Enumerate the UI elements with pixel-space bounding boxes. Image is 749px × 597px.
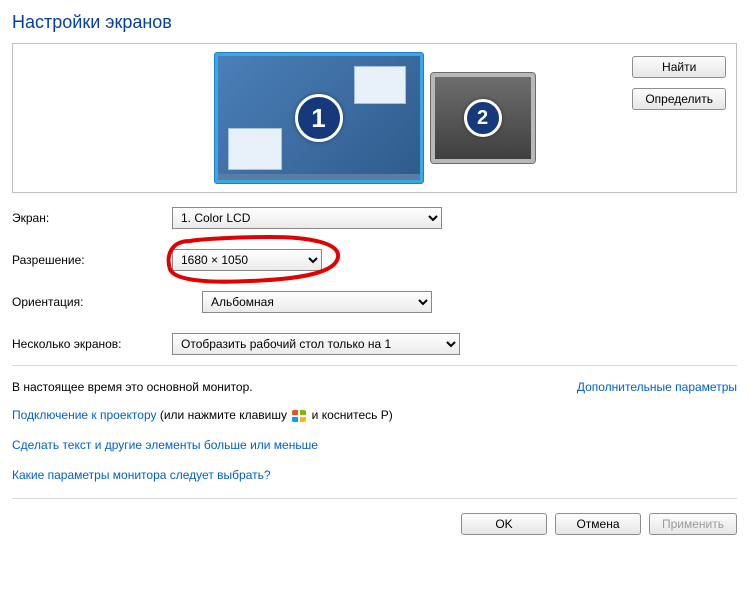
preview-window-icon	[354, 66, 406, 104]
projector-link[interactable]: Подключение к проектору	[12, 408, 157, 422]
monitor-number-badge: 1	[295, 94, 343, 142]
projector-hint-text: и коснитесь P)	[308, 408, 392, 422]
which-settings-link[interactable]: Какие параметры монитора следует выбрать…	[12, 468, 271, 482]
text-size-link[interactable]: Сделать текст и другие элементы больше и…	[12, 438, 318, 452]
separator	[12, 365, 737, 366]
find-button[interactable]: Найти	[632, 56, 726, 78]
screen-select[interactable]: 1. Color LCD	[172, 207, 442, 229]
separator	[12, 498, 737, 499]
cancel-button[interactable]: Отмена	[555, 513, 641, 535]
page-title: Настройки экранов	[12, 12, 737, 33]
monitor-number-badge: 2	[464, 99, 502, 137]
preview-taskbar	[218, 174, 420, 180]
apply-button: Применить	[649, 513, 737, 535]
multiple-displays-select[interactable]: Отобразить рабочий стол только на 1	[172, 333, 460, 355]
orientation-label: Ориентация:	[12, 295, 172, 309]
primary-monitor-status: В настоящее время это основной монитор.	[12, 380, 253, 394]
windows-key-icon	[292, 410, 306, 422]
ok-button[interactable]: OK	[461, 513, 547, 535]
projector-hint-text: (или нажмите клавишу	[157, 408, 291, 422]
monitor-2[interactable]: 2	[431, 73, 535, 163]
monitor-arrangement[interactable]: 1 2	[215, 53, 535, 183]
screen-label: Экран:	[12, 211, 172, 225]
orientation-select[interactable]: Альбомная	[202, 291, 432, 313]
resolution-select[interactable]: 1680 × 1050	[172, 249, 322, 271]
resolution-label: Разрешение:	[12, 253, 172, 267]
monitor-1[interactable]: 1	[215, 53, 423, 183]
display-preview-panel: 1 2 Найти Определить	[12, 43, 737, 193]
advanced-settings-link[interactable]: Дополнительные параметры	[577, 380, 737, 394]
multiple-displays-label: Несколько экранов:	[12, 337, 172, 351]
identify-button[interactable]: Определить	[632, 88, 726, 110]
preview-window-icon	[228, 128, 282, 170]
